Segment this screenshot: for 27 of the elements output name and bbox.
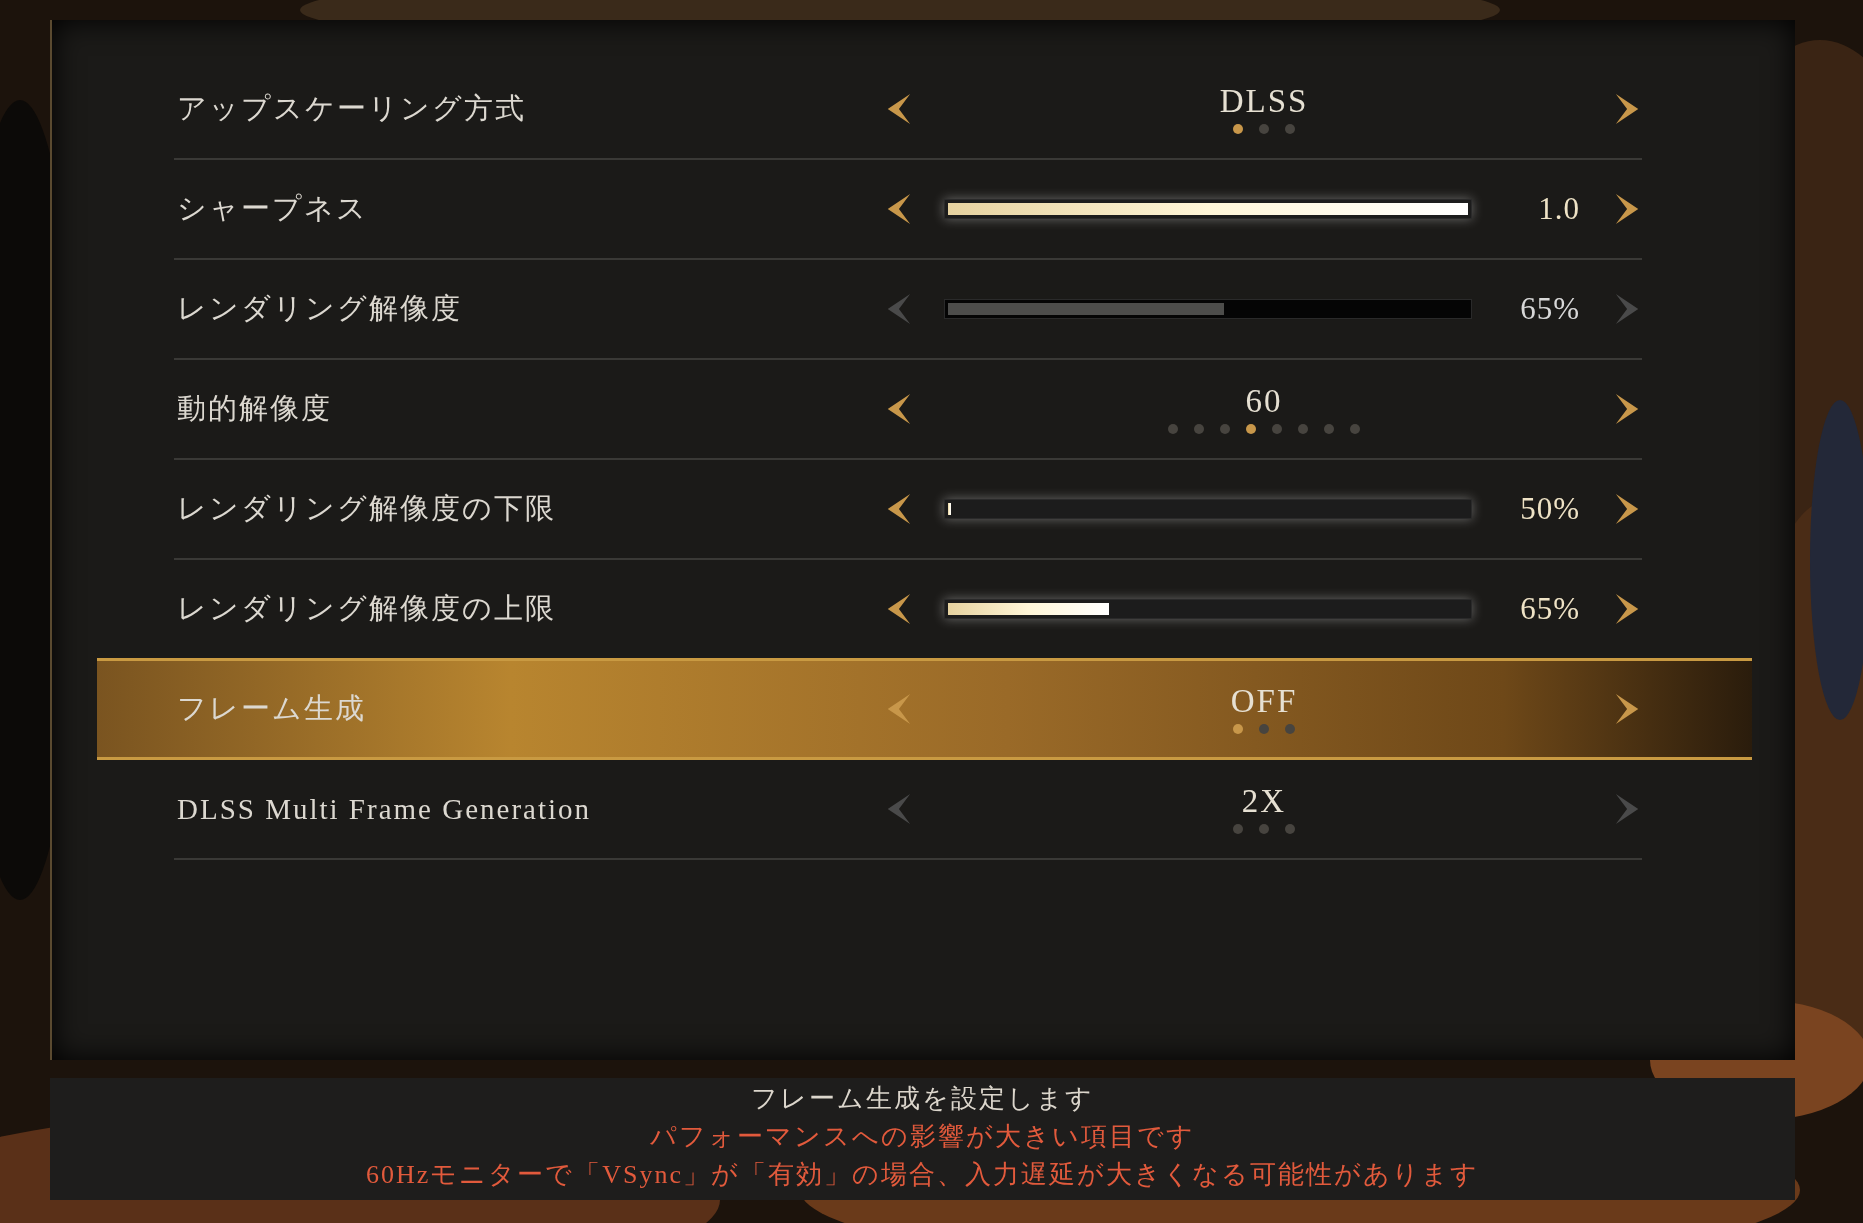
setting-row[interactable]: フレーム生成 OFF [97,658,1752,760]
description-text: 60Hzモニターで「VSync」が「有効」の場合、入力遅延が大きくなる可能性があります [365,1159,1480,1191]
option-value: OFF [1230,684,1298,718]
slider-track[interactable] [944,499,1472,519]
option-value: DLSS [1219,84,1309,118]
description-text: フレーム生成を設定します [751,1083,1094,1115]
setting-label: レンダリング解像度の上限 [177,591,557,626]
setting-label: レンダリング解像度の下限 [177,491,557,526]
setting-row[interactable]: アップスケーリング方式 DLSS [97,60,1752,158]
setting-label: アップスケーリング方式 [177,91,527,126]
option-value: 2X [1241,784,1287,818]
setting-row[interactable]: シャープネス 1.0 [97,160,1752,258]
setting-label: レンダリング解像度 [177,291,463,326]
setting-label: シャープネス [177,191,369,226]
option-value: 60 [1245,384,1283,418]
slider-track[interactable] [944,599,1472,619]
slider-value: 65% [1519,291,1580,327]
setting-row[interactable]: 動的解像度 60 [97,360,1752,458]
setting-label: 動的解像度 [177,391,333,426]
setting-row[interactable]: レンダリング解像度の上限 65% [97,560,1752,658]
slider-value: 1.0 [1537,191,1580,227]
slider-value: 50% [1519,491,1580,527]
setting-row[interactable]: レンダリング解像度の下限 50% [97,460,1752,558]
setting-label: DLSS Multi Frame Generation [177,792,593,826]
description-text: パフォーマンスへの影響が大きい項目です [650,1121,1195,1153]
slider-value: 65% [1519,591,1580,627]
setting-label: フレーム生成 [177,691,367,726]
